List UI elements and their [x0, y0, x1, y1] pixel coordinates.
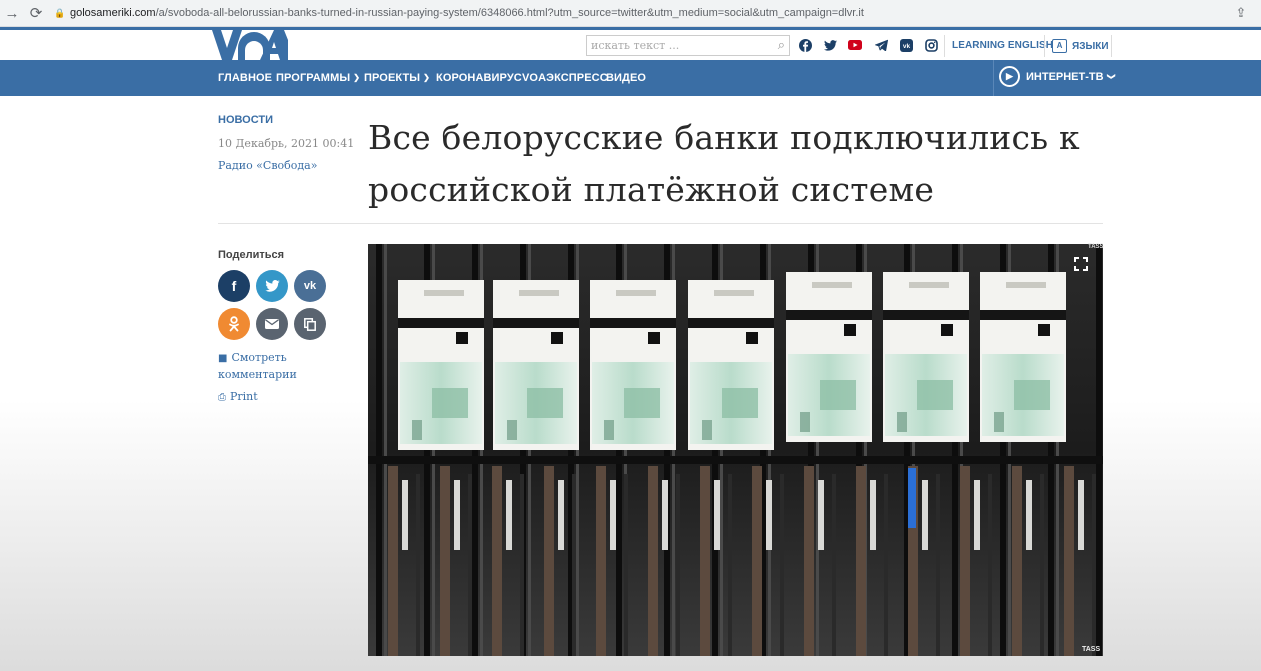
play-icon: ▶ [999, 66, 1020, 87]
internet-tv-button[interactable]: ▶ ИНТЕРНЕТ-ТВ ❯ [999, 66, 1116, 87]
print-link[interactable]: ⎙ Print [218, 389, 258, 406]
reload-icon[interactable]: ⟳ [24, 1, 48, 25]
fullscreen-icon[interactable] [1073, 256, 1089, 272]
lock-icon: 🔒 [54, 8, 66, 18]
nav-item-programs[interactable]: ПРОГРАММЫ ❯ [276, 72, 360, 84]
header-divider [944, 35, 945, 57]
search-input[interactable]: искать текст ... ⌕ [586, 35, 790, 56]
image-credit-top: TASS [1088, 244, 1104, 250]
comments-link[interactable]: ■ Смотреть комментарии [218, 350, 297, 383]
search-icon[interactable]: ⌕ [778, 38, 785, 53]
chevron-down-icon: ❯ [1106, 73, 1116, 80]
twitter-icon [264, 280, 280, 292]
learning-english-link[interactable]: LEARNING ENGLISH [952, 40, 1053, 51]
languages-label: ЯЗЫКИ [1072, 40, 1109, 52]
languages-button[interactable]: A ЯЗЫКИ [1052, 39, 1109, 53]
share-email-button[interactable] [256, 308, 288, 340]
chevron-down-icon: ❯ [423, 73, 430, 82]
copy-icon [304, 317, 316, 331]
page-title: Все белорусские банки подключились к рос… [368, 112, 1108, 216]
internet-tv-label: ИНТЕРНЕТ-ТВ [1026, 70, 1104, 83]
share-page-icon[interactable]: ⇪ [1231, 5, 1251, 21]
share-twitter-button[interactable] [256, 270, 288, 302]
print-icon: ⎙ [218, 392, 226, 403]
publish-date: 10 Декабрь, 2021 00:41 [218, 137, 355, 150]
languages-icon: A [1052, 39, 1067, 53]
image-credit: TASS [1082, 646, 1101, 653]
comment-icon: ■ [218, 353, 228, 364]
chevron-down-icon: ❯ [353, 73, 361, 82]
header-divider [1111, 35, 1112, 57]
odnoklassniki-icon [229, 316, 239, 332]
nav-item-video[interactable]: ВИДЕО [606, 72, 646, 84]
nav-item-projects[interactable]: ПРОЕКТЫ ❯ [364, 72, 430, 84]
address-bar[interactable]: 🔒 golosameriki.com/a/svoboda-all-belorus… [54, 2, 1223, 24]
source-link[interactable]: Радио «Свобода» [218, 159, 317, 172]
youtube-icon[interactable] [847, 37, 863, 53]
share-facebook-button[interactable]: f [218, 270, 250, 302]
nav-item-voaexpress[interactable]: VOAЭКСПРЕСС [522, 72, 608, 84]
section-label[interactable]: НОВОСТИ [218, 114, 273, 126]
nav-item-main[interactable]: ГЛАВНОЕ [218, 72, 272, 84]
share-ok-button[interactable] [218, 308, 250, 340]
url-domain: golosameriki.com [70, 7, 156, 19]
nav-divider [993, 60, 994, 96]
facebook-icon: f [231, 278, 237, 294]
voa-logo[interactable] [212, 30, 288, 60]
instagram-icon[interactable] [923, 37, 939, 53]
share-label: Поделиться [218, 249, 285, 261]
divider [218, 223, 1103, 224]
twitter-icon[interactable] [822, 37, 838, 53]
vk-icon: vk [303, 280, 317, 292]
svg-text:vk: vk [902, 43, 910, 50]
email-icon [265, 319, 279, 329]
nav-item-coronavirus[interactable]: КОРОНАВИРУС [436, 72, 522, 84]
banknotes-photo [368, 244, 1103, 656]
facebook-icon[interactable] [797, 37, 813, 53]
forward-icon[interactable]: → [0, 1, 24, 25]
telegram-icon[interactable] [873, 37, 889, 53]
header-divider [1044, 35, 1045, 57]
url-path: /a/svoboda-all-belorussian-banks-turned-… [155, 7, 864, 19]
copy-link-button[interactable] [294, 308, 326, 340]
headline-line-1: Все белорусские банки подключились к [368, 118, 1080, 157]
browser-toolbar: → ⟳ 🔒 golosameriki.com/a/svoboda-all-bel… [0, 0, 1261, 27]
headline-line-2: российской платёжной системе [368, 170, 935, 209]
article-image[interactable] [368, 244, 1103, 656]
share-vk-button[interactable]: vk [294, 270, 326, 302]
vk-icon[interactable]: vk [898, 37, 914, 53]
search-placeholder: искать текст ... [591, 39, 680, 52]
